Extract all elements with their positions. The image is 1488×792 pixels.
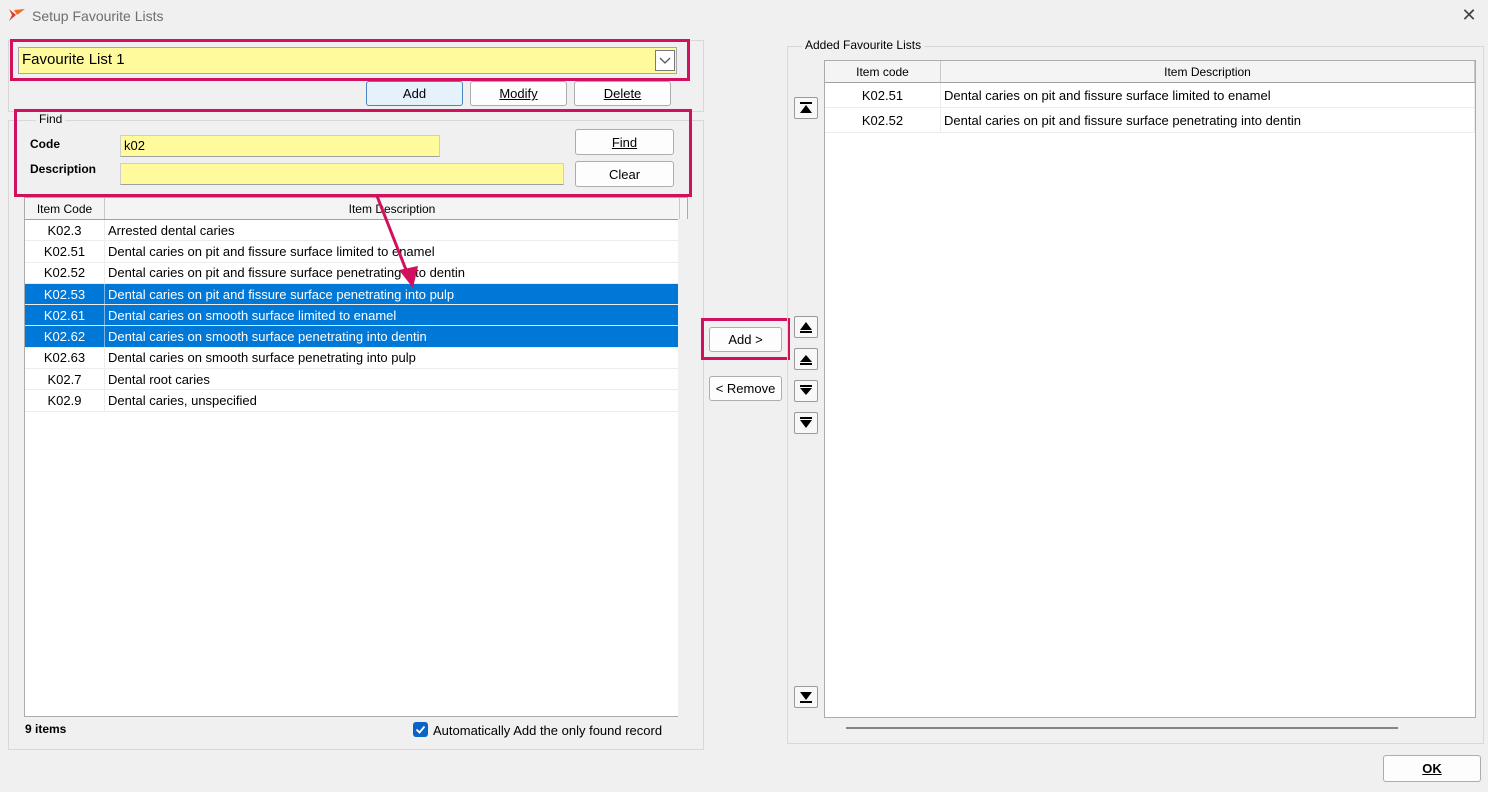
table-row[interactable]: K02.52 Dental caries on pit and fissure s… [25, 262, 687, 284]
add-to-favourites-label: Add > [728, 332, 763, 347]
close-window-button[interactable]: ✕ [1458, 4, 1480, 26]
table-row[interactable]: K02.7 Dental root caries [25, 369, 687, 391]
delete-list-label: Delete [603, 86, 642, 101]
items-count: 9 items [25, 722, 67, 736]
add-list-button[interactable]: Add [366, 81, 463, 106]
modify-list-label: Modify [499, 86, 538, 101]
results-grid-header: Item Code Item Description [25, 198, 687, 220]
app-logo-icon [9, 9, 25, 21]
annotation-arrow-icon [375, 195, 418, 288]
row-item-code: K02.52 [25, 262, 105, 283]
row-item-code: K02.62 [25, 326, 105, 347]
added-horizontal-scrollbar[interactable] [846, 727, 1398, 729]
delete-list-button[interactable]: Delete [574, 81, 671, 106]
row-item-description: Dental caries on pit and fissure surface… [941, 83, 1475, 107]
clear-button[interactable]: Clear [575, 161, 674, 187]
table-row[interactable]: K02.61 Dental caries on smooth surface li… [25, 305, 687, 327]
results-grid-body: K02.3 Arrested dental caries K02.51 Dental … [25, 220, 687, 412]
table-row[interactable]: K02.9 Dental caries, unspecified [25, 390, 687, 412]
row-item-description: Dental caries on pit and fissure surface… [941, 108, 1475, 132]
find-button-label: Find [611, 134, 638, 150]
remove-from-favourites-button[interactable]: < Remove [709, 376, 782, 401]
modify-list-button[interactable]: Modify [470, 81, 567, 106]
add-to-favourites-button[interactable]: Add > [709, 327, 782, 352]
col-item-code[interactable]: Item Code [25, 198, 105, 219]
table-row[interactable]: K02.51 Dental caries on pit and fissure s… [25, 241, 687, 263]
row-item-code: K02.9 [25, 390, 105, 411]
table-row[interactable]: K02.62 Dental caries on smooth surface pe… [25, 326, 687, 348]
ok-button-label: OK [1422, 761, 1442, 776]
row-item-description: Dental caries on smooth surface penetrat… [105, 347, 680, 369]
added-grid-body: K02.51 Dental caries on pit and fissure s… [825, 83, 1475, 133]
results-scroll-gutter [678, 219, 688, 717]
row-item-code: K02.53 [25, 283, 105, 305]
window-title: Setup Favourite Lists [32, 8, 164, 24]
description-input[interactable] [120, 163, 564, 185]
row-item-description: Dental caries on smooth surface penetrat… [105, 326, 680, 347]
find-button[interactable]: Find [575, 129, 674, 155]
col-added-item-code[interactable]: Item code [825, 61, 941, 82]
col-added-item-description[interactable]: Item Description [941, 61, 1475, 82]
table-row[interactable]: K02.53 Dental caries on pit and fissure s… [25, 283, 687, 306]
ok-button[interactable]: OK [1383, 755, 1481, 782]
title-bar [0, 0, 1488, 32]
added-group-label: Added Favourite Lists [802, 38, 925, 52]
code-label: Code [30, 137, 60, 151]
table-row[interactable]: K02.52 Dental caries on pit and fissure s… [825, 108, 1475, 133]
auto-add-checkbox[interactable] [413, 722, 428, 737]
row-item-code: K02.3 [25, 220, 105, 241]
table-row[interactable]: K02.63 Dental caries on smooth surface pe… [25, 347, 687, 370]
favourite-list-value: Favourite List 1 [22, 51, 125, 68]
added-grid-header: Item code Item Description [825, 61, 1475, 83]
table-row[interactable]: K02.3 Arrested dental caries [25, 220, 687, 242]
row-item-code: K02.51 [825, 83, 941, 107]
description-label: Description [30, 162, 97, 176]
added-grid: Item code Item Description K02.51 Dental … [824, 60, 1476, 718]
row-item-description: Dental root caries [105, 369, 680, 390]
row-item-description: Dental caries on smooth surface limited … [105, 305, 680, 326]
row-item-code: K02.52 [825, 108, 941, 132]
code-input[interactable]: k02 [120, 135, 440, 157]
results-grid: Item Code Item Description K02.3 Arrested… [24, 197, 688, 717]
checkmark-icon [415, 725, 426, 734]
row-item-code: K02.61 [25, 305, 105, 326]
combo-dropdown-button[interactable] [655, 50, 675, 71]
table-row[interactable]: K02.51 Dental caries on pit and fissure s… [825, 83, 1475, 108]
row-item-description: Dental caries, unspecified [105, 390, 680, 411]
row-item-code: K02.7 [25, 369, 105, 390]
row-item-code: K02.63 [25, 347, 105, 369]
chevron-down-icon [659, 57, 671, 64]
auto-add-label: Automatically Add the only found record [433, 723, 663, 738]
row-item-code: K02.51 [25, 241, 105, 262]
